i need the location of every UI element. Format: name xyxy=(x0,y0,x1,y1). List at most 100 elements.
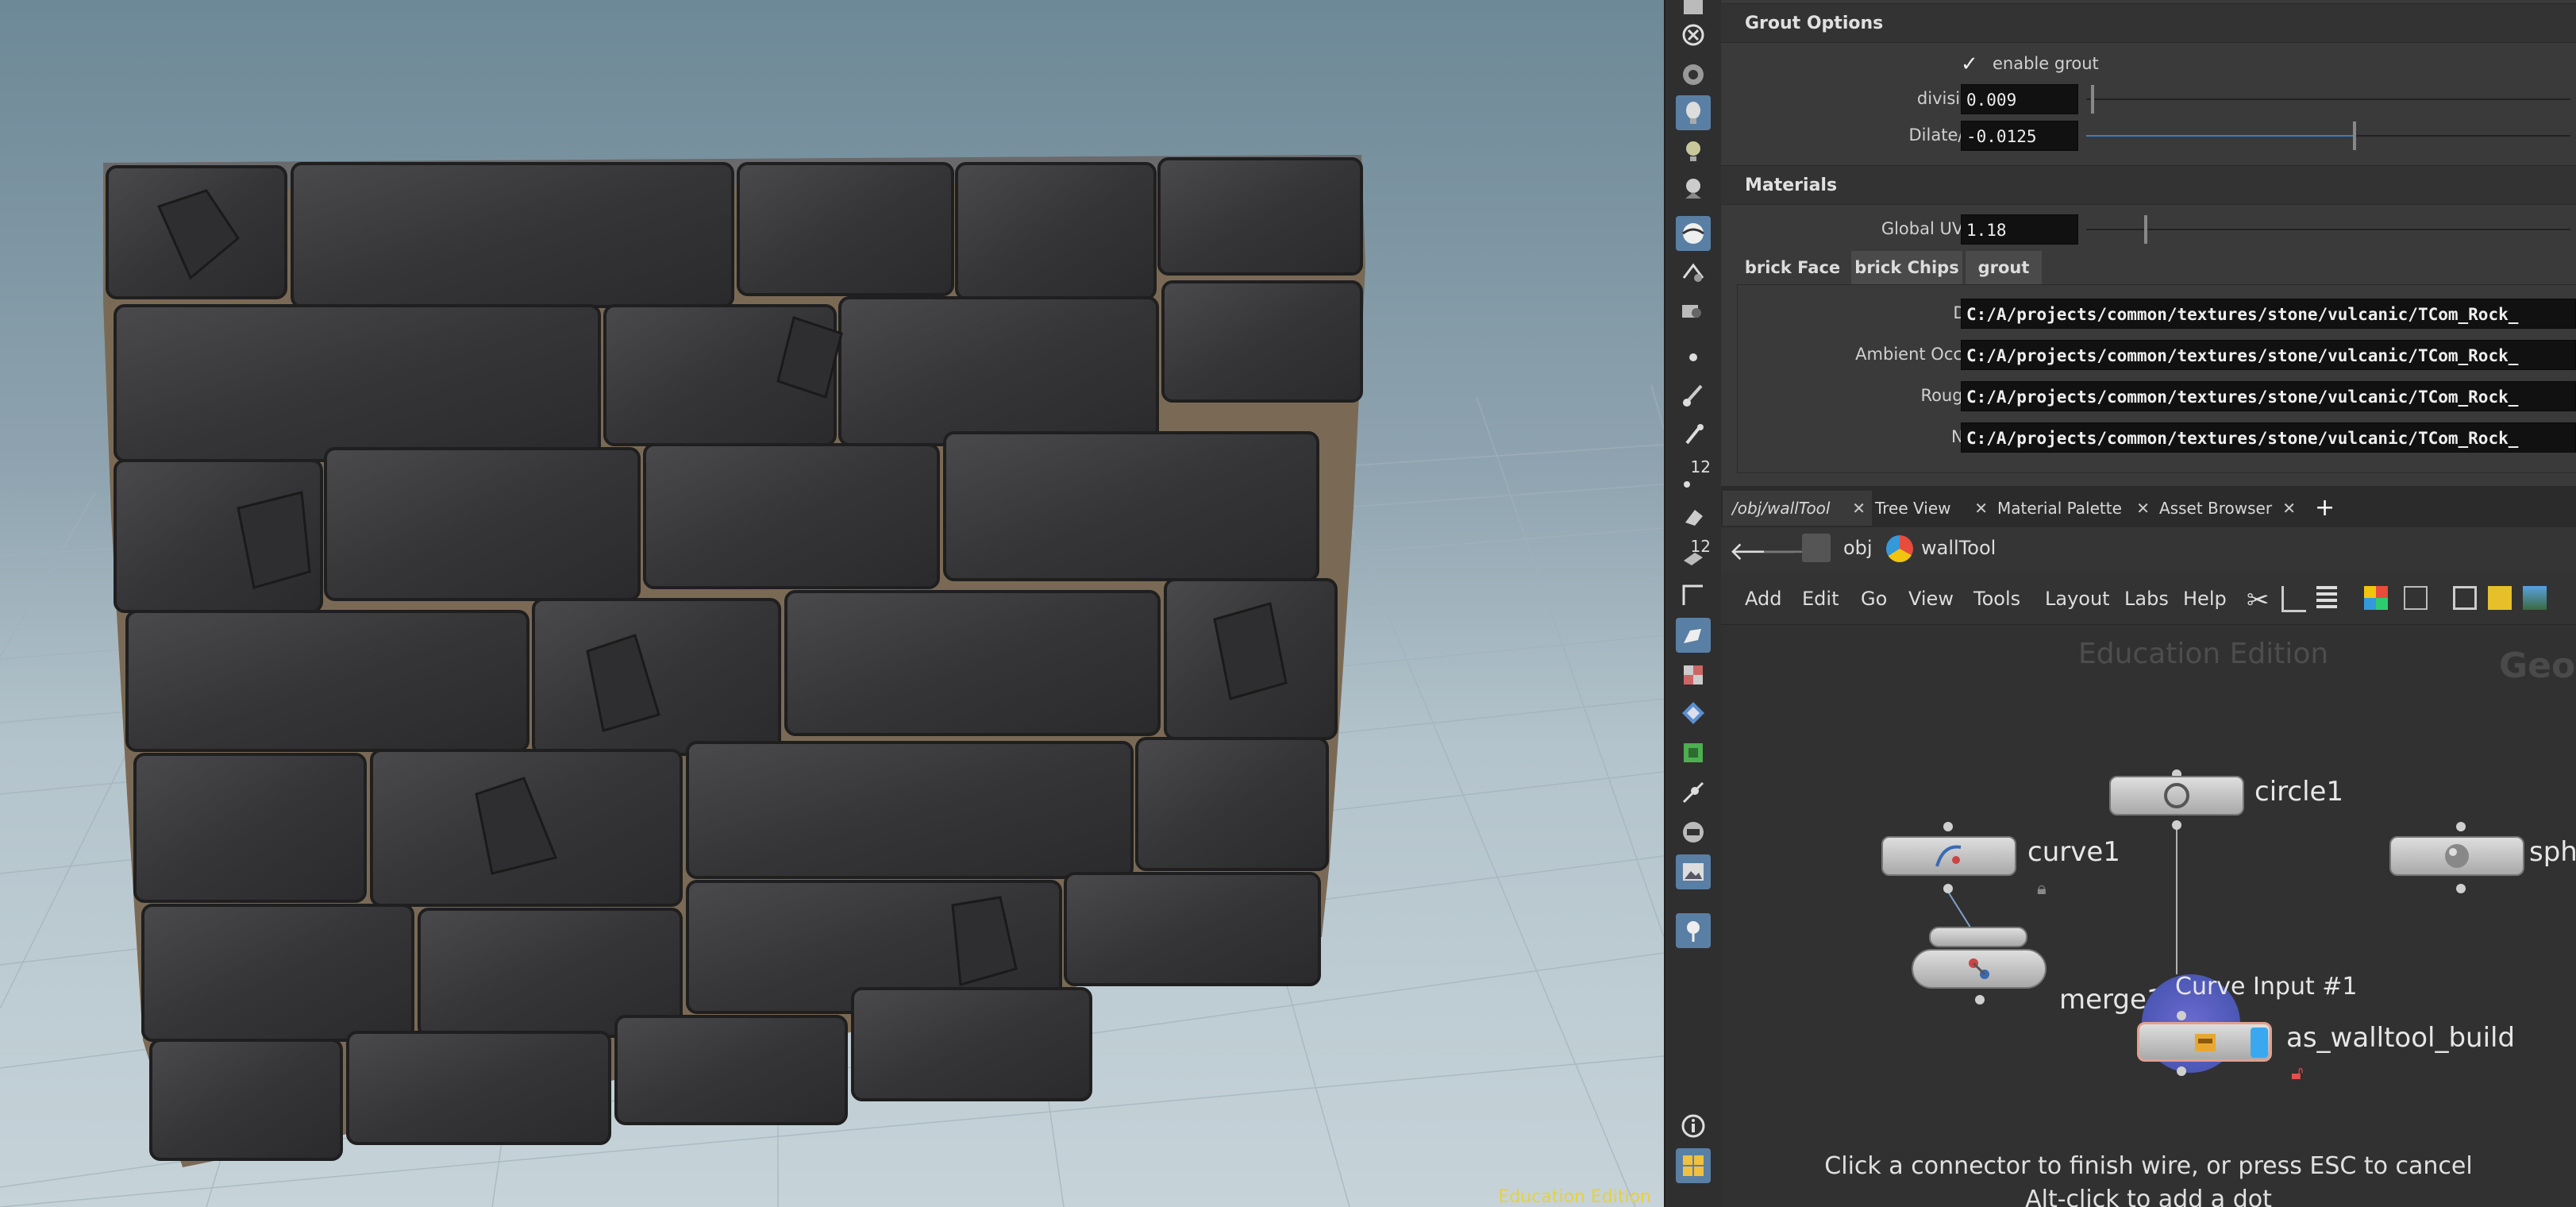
remove-icon[interactable] xyxy=(1676,17,1711,52)
camera-icon[interactable] xyxy=(1676,57,1711,92)
layout-icon[interactable] xyxy=(1676,1148,1711,1183)
merge1-input-bar[interactable] xyxy=(1929,927,2027,947)
menu-tools[interactable]: Tools xyxy=(1973,588,2020,610)
pin-icon[interactable] xyxy=(1676,913,1711,948)
parameter-panel: Grout Options ✓ enable grout division re… xyxy=(1721,0,2576,1207)
list-icon[interactable] xyxy=(2316,586,2337,610)
menu-go[interactable]: Go xyxy=(1861,588,1887,610)
menu-layout[interactable]: Layout xyxy=(2045,588,2110,610)
measure-icon[interactable]: 12 xyxy=(1676,457,1711,494)
stone-wall-model[interactable] xyxy=(0,0,1373,1175)
scene-viewport[interactable]: Education Edition xyxy=(0,0,1664,1207)
curve1-input-dot[interactable] xyxy=(1943,822,1953,831)
merge-icon xyxy=(1969,958,1989,979)
curve1-label: curve1 xyxy=(2027,836,2120,868)
spot-light-icon[interactable] xyxy=(1676,172,1711,206)
build-input-dot[interactable] xyxy=(2177,1011,2186,1020)
image-icon[interactable] xyxy=(1676,854,1711,889)
menu-labs[interactable]: Labs xyxy=(2124,588,2169,610)
network-editor[interactable]: Education Edition Geor circle1 curve1 🔒︎… xyxy=(1721,625,2576,1207)
circle1-label: circle1 xyxy=(2254,776,2344,808)
curve1-node[interactable] xyxy=(1881,836,2016,876)
enable-grout-label: enable grout xyxy=(1993,54,2099,73)
tab-brick-chips[interactable]: brick Chips xyxy=(1851,251,1962,284)
pen-icon[interactable] xyxy=(1676,618,1711,653)
tab-brick-face[interactable]: brick Face xyxy=(1737,251,1848,284)
tree-layout-icon[interactable] xyxy=(2281,586,2306,612)
network-wires xyxy=(1947,828,2177,974)
circle1-node[interactable] xyxy=(2109,776,2244,816)
close-icon[interactable]: ✕ xyxy=(1852,491,1866,526)
menu-add[interactable]: Add xyxy=(1745,588,1781,610)
wrench-icon[interactable]: ✂ xyxy=(2247,584,2270,616)
sphere-node[interactable] xyxy=(2389,836,2524,876)
dilate-erode-slider-handle[interactable] xyxy=(2352,121,2356,150)
sphere-output-dot[interactable] xyxy=(2456,884,2466,893)
lock-icon[interactable]: 🔒︎ xyxy=(2037,879,2047,899)
obj-context-icon xyxy=(1802,534,1831,562)
disk-icon[interactable] xyxy=(1676,815,1711,850)
close-icon[interactable]: ✕ xyxy=(1974,491,1988,526)
tab-material-palette[interactable]: Material Palette ✕ xyxy=(1988,491,2156,526)
global-uv-scale-slider-handle[interactable] xyxy=(2144,215,2148,244)
dilate-erode-field[interactable]: -0.0125 xyxy=(1961,121,2078,151)
ruler-icon[interactable]: 12 xyxy=(1676,537,1711,573)
tab-asset-browser[interactable]: Asset Browser ✕ xyxy=(2150,491,2302,526)
merge1-node[interactable] xyxy=(1912,949,2047,989)
roughness-path-field[interactable]: C:/A/projects/common/textures/stone/vulc… xyxy=(1961,381,2576,411)
measure-label: 12 xyxy=(1690,457,1711,476)
paint-icon[interactable] xyxy=(1676,254,1711,289)
ambient-occlusion-path-field[interactable]: C:/A/projects/common/textures/stone/vulc… xyxy=(1961,340,2576,370)
window-icon[interactable] xyxy=(2453,586,2477,610)
add-tab-button[interactable]: + xyxy=(2305,491,2339,526)
merge1-output-dot[interactable] xyxy=(1975,995,1985,1005)
curve-icon xyxy=(1935,845,1962,867)
enable-grout-checkbox[interactable]: ✓ xyxy=(1961,54,1981,75)
sphere-icon xyxy=(2445,844,2469,868)
tab-obj-walltool[interactable]: /obj/wallTool ✕ xyxy=(1723,491,1872,526)
materials-header[interactable]: Materials xyxy=(1721,165,2576,205)
circle1-output-dot[interactable] xyxy=(2172,820,2181,830)
menu-edit[interactable]: Edit xyxy=(1802,588,1839,610)
ruler-label: 12 xyxy=(1690,537,1711,556)
as-walltool-build-node[interactable] xyxy=(2137,1022,2272,1062)
angle-icon[interactable] xyxy=(1676,578,1711,613)
grout-options-header[interactable]: Grout Options xyxy=(1721,3,2576,43)
build-output-dot[interactable] xyxy=(2177,1066,2186,1076)
tool-shelf: 12 12 xyxy=(1664,0,1723,1207)
tab-tree-view[interactable]: Tree View ✕ xyxy=(1866,491,1994,526)
menu-view[interactable]: View xyxy=(1908,588,1954,610)
sticky-note-icon[interactable] xyxy=(2488,586,2512,610)
sphere-input-dot[interactable] xyxy=(2456,822,2466,831)
normal-path-field[interactable]: C:/A/projects/common/textures/stone/vulc… xyxy=(1961,422,2576,453)
division-res-slider-handle[interactable] xyxy=(2091,85,2095,114)
bone-icon[interactable] xyxy=(1676,775,1711,810)
close-icon[interactable]: ✕ xyxy=(2136,491,2150,526)
checker-icon[interactable] xyxy=(1676,657,1711,692)
diamond-icon[interactable] xyxy=(1676,696,1711,731)
division-res-label: division res xyxy=(1916,89,2012,108)
path-walltool[interactable]: wallTool xyxy=(1921,537,1996,559)
global-uv-scale-slider[interactable] xyxy=(2086,229,2570,230)
normal-label: Normal xyxy=(1535,427,2012,446)
tab-grout[interactable]: grout xyxy=(1966,251,2042,284)
background-image-icon[interactable] xyxy=(2523,586,2547,610)
display-flag[interactable] xyxy=(2251,1028,2268,1058)
menu-help[interactable]: Help xyxy=(2183,588,2227,610)
viewport-watermark: Education Edition xyxy=(1498,1187,1651,1207)
uv-icon[interactable] xyxy=(1676,735,1711,770)
info-icon[interactable] xyxy=(1676,1109,1711,1143)
division-res-field[interactable]: 0.009 xyxy=(1961,84,2078,114)
unlock-icon[interactable]: 🔓︎ xyxy=(2291,1062,2304,1084)
grid-icon[interactable] xyxy=(2404,586,2428,610)
color-palette-icon[interactable] xyxy=(2364,586,2388,610)
eraser-icon[interactable] xyxy=(1676,499,1711,534)
dilate-erode-slider-fill xyxy=(2086,135,2353,137)
curve1-output-dot[interactable] xyxy=(1943,884,1953,893)
diffuse-path-field[interactable]: C:/A/projects/common/textures/stone/vulc… xyxy=(1961,299,2576,329)
path-obj[interactable]: obj xyxy=(1843,537,1873,559)
close-icon[interactable]: ✕ xyxy=(2282,491,2296,526)
global-uv-scale-field[interactable]: 1.18 xyxy=(1961,214,2078,245)
division-res-slider[interactable] xyxy=(2086,98,2570,100)
diffuse-label: Diffuse xyxy=(1535,303,2012,322)
